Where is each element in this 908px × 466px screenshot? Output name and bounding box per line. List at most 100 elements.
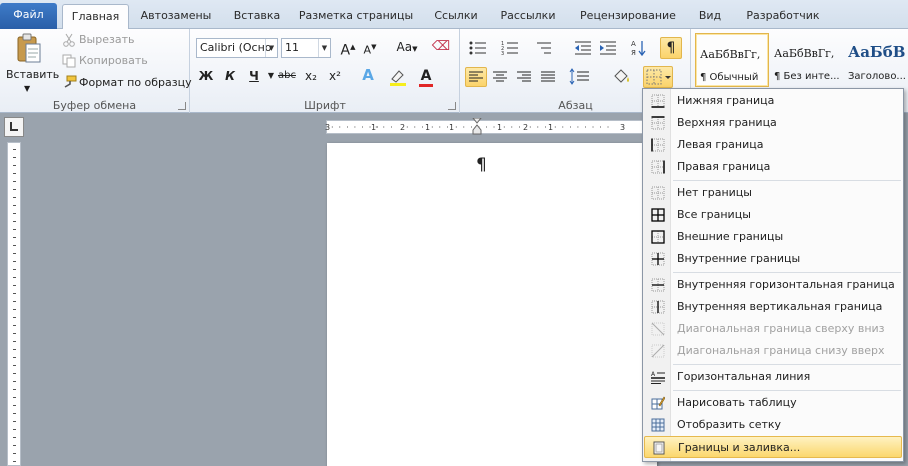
multilevel-list-icon[interactable] [535,40,553,56]
copy-icon [62,54,76,68]
tab-mailings[interactable]: Рассылки [495,4,561,29]
cut-button[interactable]: Вырезать [79,32,134,48]
paste-icon[interactable] [15,33,43,65]
menu-item-bottom-border[interactable]: Нижняя граница [644,90,902,112]
font-dialog-launcher[interactable] [448,102,456,110]
tab-home[interactable]: Главная [62,4,129,30]
svg-text:3: 3 [501,51,504,56]
vertical-ruler[interactable] [7,142,21,466]
font-family-combo[interactable]: Calibri (Осно ▼ [196,38,278,58]
menu-item-horizontal-line[interactable]: A Горизонтальная линия [644,366,902,388]
tab-selector-button[interactable] [4,117,24,137]
align-left-button[interactable] [465,67,487,87]
tab-file[interactable]: Файл [0,3,57,29]
ruler-mark: 3 [620,123,626,132]
align-center-icon[interactable] [490,68,510,86]
ruler-tick [13,325,16,326]
sort-icon[interactable]: AЯ [631,39,647,57]
menu-item-top-border[interactable]: Верхняя граница [644,112,902,134]
paste-dropdown-arrow[interactable]: ▼ [24,81,30,97]
tab-page-layout[interactable]: Разметка страницы [297,4,415,29]
horizontal-ruler[interactable]: 3 ······· 1 ··· 2 ··· 1 ··· 1 ······ 1 ·… [325,118,656,136]
decrease-indent-icon[interactable] [574,40,592,56]
border-top-icon [651,116,665,130]
style-heading[interactable]: АаБбВ Заголово... [844,33,908,87]
document-page[interactable]: ¶ [327,143,657,466]
subscript-button[interactable]: x₂ [301,68,321,84]
text-effects-button[interactable]: A [358,67,378,83]
menu-item-diagonal-up-border[interactable]: Диагональная граница снизу вверх [644,340,902,362]
ruler-tick [13,357,16,358]
ruler-tick [13,445,16,446]
menu-item-label: Нарисовать таблицу [677,396,797,409]
font-color-swatch [419,84,433,87]
grow-font-glyph: A [340,42,351,59]
menu-item-borders-and-shading[interactable]: Границы и заливка... [644,436,902,458]
tab-insert[interactable]: Вставка [224,4,290,29]
justify-icon[interactable] [538,68,558,86]
ruler-tick [13,229,16,230]
superscript-button[interactable]: x² [325,68,345,84]
menu-item-draw-table[interactable]: Нарисовать таблицу [644,392,902,414]
ruler-tick [13,261,16,262]
svg-text:A: A [651,371,656,378]
align-left-icon [469,71,483,82]
chevron-down-icon[interactable]: ▼ [318,39,330,57]
clear-formatting-icon[interactable]: ⌫ [431,39,451,55]
style-heading-sample: АаБбВ [848,43,906,61]
menu-item-inside-horizontal-border[interactable]: Внутренняя горизонтальная граница [644,274,902,296]
shrink-font-button[interactable]: A▼ [360,39,380,59]
copy-button[interactable]: Копировать [79,53,148,69]
menu-item-left-border[interactable]: Левая граница [644,134,902,156]
tab-developer[interactable]: Разработчик [740,4,826,29]
align-right-icon[interactable] [514,68,534,86]
style-normal[interactable]: АаБбВвГг, ¶ Обычный [695,33,769,87]
menu-item-inside-vertical-border[interactable]: Внутренняя вертикальная граница [644,296,902,318]
highlight-color-icon[interactable] [389,68,407,86]
show-formatting-marks-button[interactable]: ¶ [660,37,682,59]
menu-separator [673,390,901,391]
font-group-label: Шрифт [304,99,346,112]
ruler-tick [13,293,16,294]
ruler-tick [13,181,16,182]
strikethrough-button[interactable]: abc [277,68,297,84]
increase-indent-icon[interactable] [599,40,617,56]
chevron-down-icon[interactable]: ▼ [265,39,277,57]
format-painter-button[interactable]: Формат по образцу [79,75,192,91]
menu-item-no-border[interactable]: Нет границы [644,182,902,204]
ruler-tick [13,285,16,286]
menu-item-view-gridlines[interactable]: Отобразить сетку [644,414,902,436]
clipboard-group-label: Буфер обмена [52,99,137,112]
indent-marker-icon[interactable] [472,118,482,136]
menu-item-right-border[interactable]: Правая граница [644,156,902,178]
line-spacing-icon[interactable] [569,68,591,86]
paste-button[interactable]: Вставить [6,67,59,83]
menu-item-diagonal-down-border[interactable]: Диагональная граница сверху вниз [644,318,902,340]
ruler-tick [13,197,16,198]
ruler-tick [13,309,16,310]
clipboard-dialog-launcher[interactable] [178,102,186,110]
menu-item-outside-borders[interactable]: Внешние границы [644,226,902,248]
font-color-button[interactable]: A [416,68,436,87]
tab-review[interactable]: Рецензирование [573,4,683,29]
numbering-icon[interactable]: 123 [501,40,519,56]
change-case-button[interactable]: Aa▼ [393,39,421,57]
ruler-tick [13,421,16,422]
ruler-tick [13,237,16,238]
italic-button[interactable]: К [220,68,240,84]
menu-item-label: Горизонтальная линия [677,370,811,383]
tab-references[interactable]: Ссылки [427,4,485,29]
diagonal-up-border-icon [651,344,665,358]
grow-font-button[interactable]: A▲ [338,39,358,59]
font-size-combo[interactable]: 11 ▼ [281,38,331,58]
menu-item-inside-borders[interactable]: Внутренние границы [644,248,902,270]
menu-item-all-borders[interactable]: Все границы [644,204,902,226]
style-no-spacing[interactable]: АаБбВвГг, ¶ Без инте... [770,33,844,87]
tab-view[interactable]: Вид [693,4,727,29]
all-borders-icon [651,208,665,222]
borders-button[interactable] [643,66,673,88]
tab-autocorrect[interactable]: Автозамены [135,4,217,29]
bold-button[interactable]: Ж [196,68,216,84]
shading-icon[interactable] [611,67,633,87]
bullets-icon[interactable] [469,40,487,56]
